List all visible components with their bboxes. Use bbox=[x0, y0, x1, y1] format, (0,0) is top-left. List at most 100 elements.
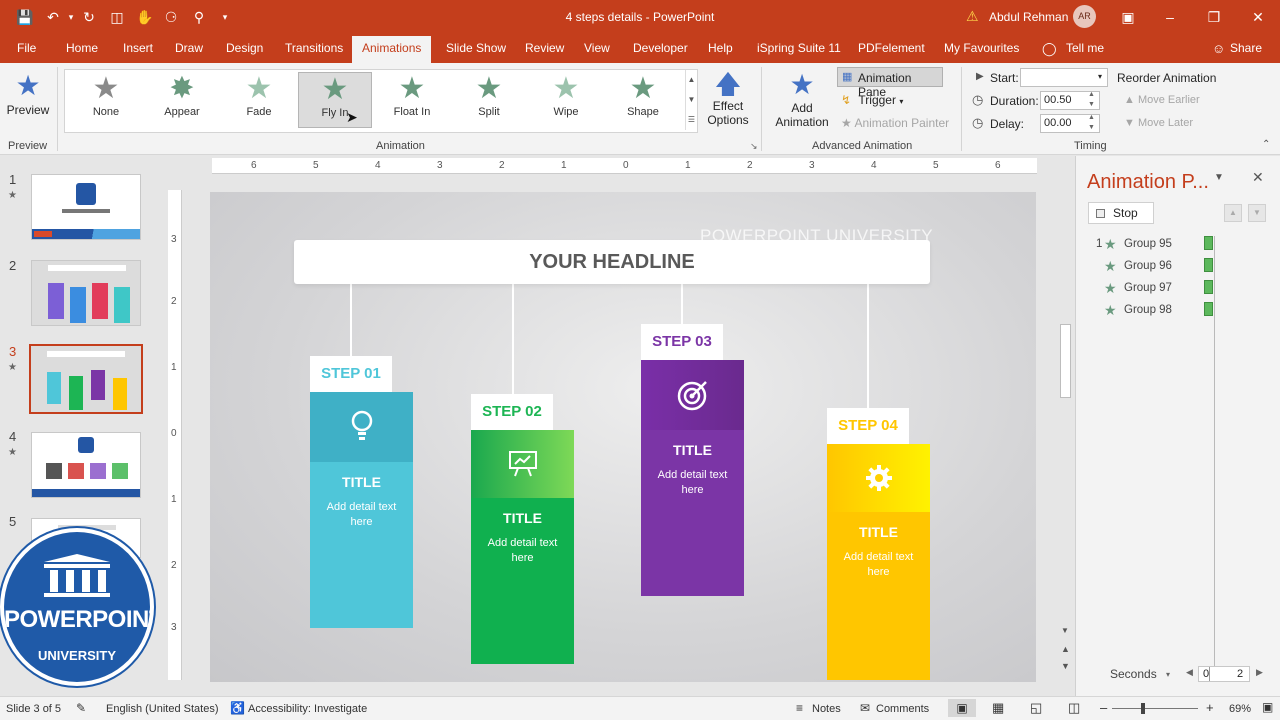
tab-home[interactable]: Home bbox=[66, 41, 98, 55]
step-2-tag[interactable]: STEP 02 bbox=[471, 394, 553, 430]
accessibility-status[interactable]: Accessibility: Investigate bbox=[248, 703, 367, 715]
animation-item[interactable]: ★ Group 97 bbox=[1094, 280, 1214, 300]
add-animation-button[interactable]: ★ Add Animation bbox=[769, 69, 835, 135]
animation-painter-button[interactable]: ★ Animation Painter bbox=[841, 116, 949, 130]
language-indicator[interactable]: English (United States) bbox=[106, 703, 219, 715]
move-later-button[interactable]: ▼ Move Later bbox=[1124, 117, 1193, 129]
next-slide-icon[interactable]: ▼ bbox=[1061, 661, 1070, 671]
timing-bar[interactable] bbox=[1204, 302, 1213, 316]
timeline-right-icon[interactable]: ▶ bbox=[1256, 667, 1263, 678]
seconds-dropdown[interactable]: Seconds bbox=[1110, 667, 1157, 681]
scroll-down-icon[interactable]: ▼ bbox=[1061, 626, 1069, 635]
zoom-slider-thumb[interactable] bbox=[1141, 703, 1145, 714]
step-1-tag[interactable]: STEP 01 bbox=[310, 356, 392, 392]
close-pane-icon[interactable]: ✕ bbox=[1252, 169, 1264, 186]
slide-thumb-2[interactable] bbox=[31, 260, 141, 326]
start-dropdown[interactable] bbox=[1020, 68, 1108, 87]
headline[interactable]: YOUR HEADLINE bbox=[294, 240, 930, 284]
previous-slide-icon[interactable]: ▲ bbox=[1061, 644, 1070, 654]
move-up-icon[interactable]: ▲ bbox=[1224, 204, 1242, 222]
stop-button[interactable]: Stop bbox=[1088, 202, 1154, 224]
ribbon-display-icon[interactable]: ▣ bbox=[1118, 7, 1138, 27]
preview-button[interactable]: ★ Preview bbox=[6, 69, 50, 129]
animation-none[interactable]: ★ None bbox=[69, 72, 143, 128]
step-4-card[interactable]: TITLE Add detail text here bbox=[827, 444, 930, 680]
tab-design[interactable]: Design bbox=[226, 41, 263, 55]
tab-draw[interactable]: Draw bbox=[175, 41, 203, 55]
gallery-more-icon[interactable]: ☰ bbox=[685, 110, 697, 130]
animation-shape[interactable]: ★ Shape bbox=[606, 72, 680, 128]
slideshow-view-icon[interactable]: ◫ bbox=[1068, 700, 1080, 716]
animation-appear[interactable]: ✸ Appear bbox=[145, 72, 219, 128]
timing-bar[interactable] bbox=[1204, 258, 1213, 272]
slide-thumb-3[interactable] bbox=[29, 344, 143, 414]
zoom-slider[interactable] bbox=[1112, 708, 1198, 709]
tab-slide-show[interactable]: Slide Show bbox=[446, 41, 506, 55]
animation-item[interactable]: ★ Group 96 bbox=[1094, 258, 1214, 278]
tab-review[interactable]: Review bbox=[525, 41, 564, 55]
animation-float-in[interactable]: ★ Float In bbox=[375, 72, 449, 128]
step-3-card[interactable]: TITLE Add detail text here bbox=[641, 360, 744, 596]
step-3-tag[interactable]: STEP 03 bbox=[641, 324, 723, 360]
zoom-out-icon[interactable]: – bbox=[1100, 700, 1107, 715]
fit-slide-icon[interactable]: ▣ bbox=[1262, 700, 1273, 714]
animation-split[interactable]: ★ Split bbox=[452, 72, 526, 128]
canvas-scrollbar[interactable]: ▼ ▲ ▼ bbox=[1058, 156, 1074, 686]
warning-icon[interactable]: ⚠ bbox=[966, 8, 979, 25]
comment-icon[interactable]: ✉ bbox=[860, 701, 870, 715]
timing-bar[interactable] bbox=[1204, 280, 1213, 294]
animation-item[interactable]: 1 ★ Group 95 bbox=[1094, 236, 1214, 256]
slide-canvas[interactable]: POWERPOINT UNIVERSITY YOUR HEADLINE STEP… bbox=[210, 192, 1036, 682]
notes-button[interactable]: Notes bbox=[812, 703, 841, 715]
tab-help[interactable]: Help bbox=[708, 41, 733, 55]
zoom-in-icon[interactable]: + bbox=[1206, 700, 1214, 715]
share-button[interactable]: Share bbox=[1230, 41, 1262, 55]
move-earlier-button[interactable]: ▲ Move Earlier bbox=[1124, 94, 1200, 106]
tab-file[interactable]: File bbox=[17, 41, 36, 55]
collapse-ribbon-icon[interactable]: ⌃ bbox=[1262, 139, 1270, 150]
step-1-card[interactable]: TITLE Add detail text here bbox=[310, 392, 413, 628]
step-2-card[interactable]: TITLE Add detail text here bbox=[471, 430, 574, 664]
timeline-scale[interactable]: 0 2 bbox=[1198, 666, 1250, 682]
restore-icon[interactable]: ❐ bbox=[1204, 7, 1224, 27]
slide-thumb-1[interactable] bbox=[31, 174, 141, 240]
minimize-icon[interactable]: – bbox=[1160, 7, 1180, 27]
tab-developer[interactable]: Developer bbox=[633, 41, 688, 55]
chevron-down-icon[interactable]: ▾ bbox=[1166, 670, 1170, 679]
close-icon[interactable]: ✕ bbox=[1248, 7, 1268, 27]
normal-view-icon[interactable]: ▣ bbox=[948, 699, 976, 717]
tab-transitions[interactable]: Transitions bbox=[285, 41, 343, 55]
animation-pane-button[interactable]: ▦ Animation Pane bbox=[837, 67, 943, 99]
animation-fade[interactable]: ★ Fade bbox=[222, 72, 296, 128]
scrollbar-thumb[interactable] bbox=[1060, 324, 1071, 398]
move-down-icon[interactable]: ▼ bbox=[1248, 204, 1266, 222]
dialog-launcher-icon[interactable]: ↘ bbox=[750, 141, 758, 152]
lightbulb-icon[interactable]: ◯ bbox=[1042, 41, 1057, 57]
slide-thumb-4[interactable] bbox=[31, 432, 141, 498]
delay-spinner-icon[interactable]: ▲ ▼ bbox=[1088, 113, 1095, 133]
notes-icon[interactable]: ≡ bbox=[796, 701, 803, 715]
step-4-tag[interactable]: STEP 04 bbox=[827, 408, 909, 444]
spelling-icon[interactable]: ✎ bbox=[76, 701, 86, 715]
timing-bar[interactable] bbox=[1204, 236, 1213, 250]
trigger-button[interactable]: ↯ Trigger ▾ bbox=[841, 93, 903, 111]
tab-pdfelement[interactable]: PDFelement bbox=[858, 41, 925, 55]
avatar[interactable]: AR bbox=[1073, 5, 1096, 28]
pane-options-icon[interactable]: ▼ bbox=[1214, 172, 1224, 183]
zoom-level[interactable]: 69% bbox=[1229, 703, 1251, 715]
chevron-down-icon[interactable]: ▾ bbox=[1098, 72, 1102, 81]
slide-sorter-icon[interactable]: ▦ bbox=[992, 700, 1004, 716]
tab-view[interactable]: View bbox=[584, 41, 610, 55]
timeline-left-icon[interactable]: ◀ bbox=[1186, 667, 1193, 678]
effect-options-button[interactable]: 🡅 Effect Options bbox=[700, 69, 756, 135]
tab-my-favourites[interactable]: My Favourites bbox=[944, 41, 1019, 55]
gallery-scroll-down-icon[interactable]: ▼ bbox=[685, 90, 697, 110]
accessibility-icon[interactable]: ♿ bbox=[230, 701, 245, 715]
comments-button[interactable]: Comments bbox=[876, 703, 929, 715]
tab-ispring[interactable]: iSpring Suite 11 bbox=[757, 41, 841, 55]
user-name[interactable]: Abdul Rehman bbox=[989, 10, 1068, 24]
tab-insert[interactable]: Insert bbox=[123, 41, 153, 55]
animation-fly-in[interactable]: ★ Fly In bbox=[298, 72, 372, 128]
reading-view-icon[interactable]: ◱ bbox=[1030, 700, 1042, 716]
duration-spinner-icon[interactable]: ▲ ▼ bbox=[1088, 90, 1095, 110]
